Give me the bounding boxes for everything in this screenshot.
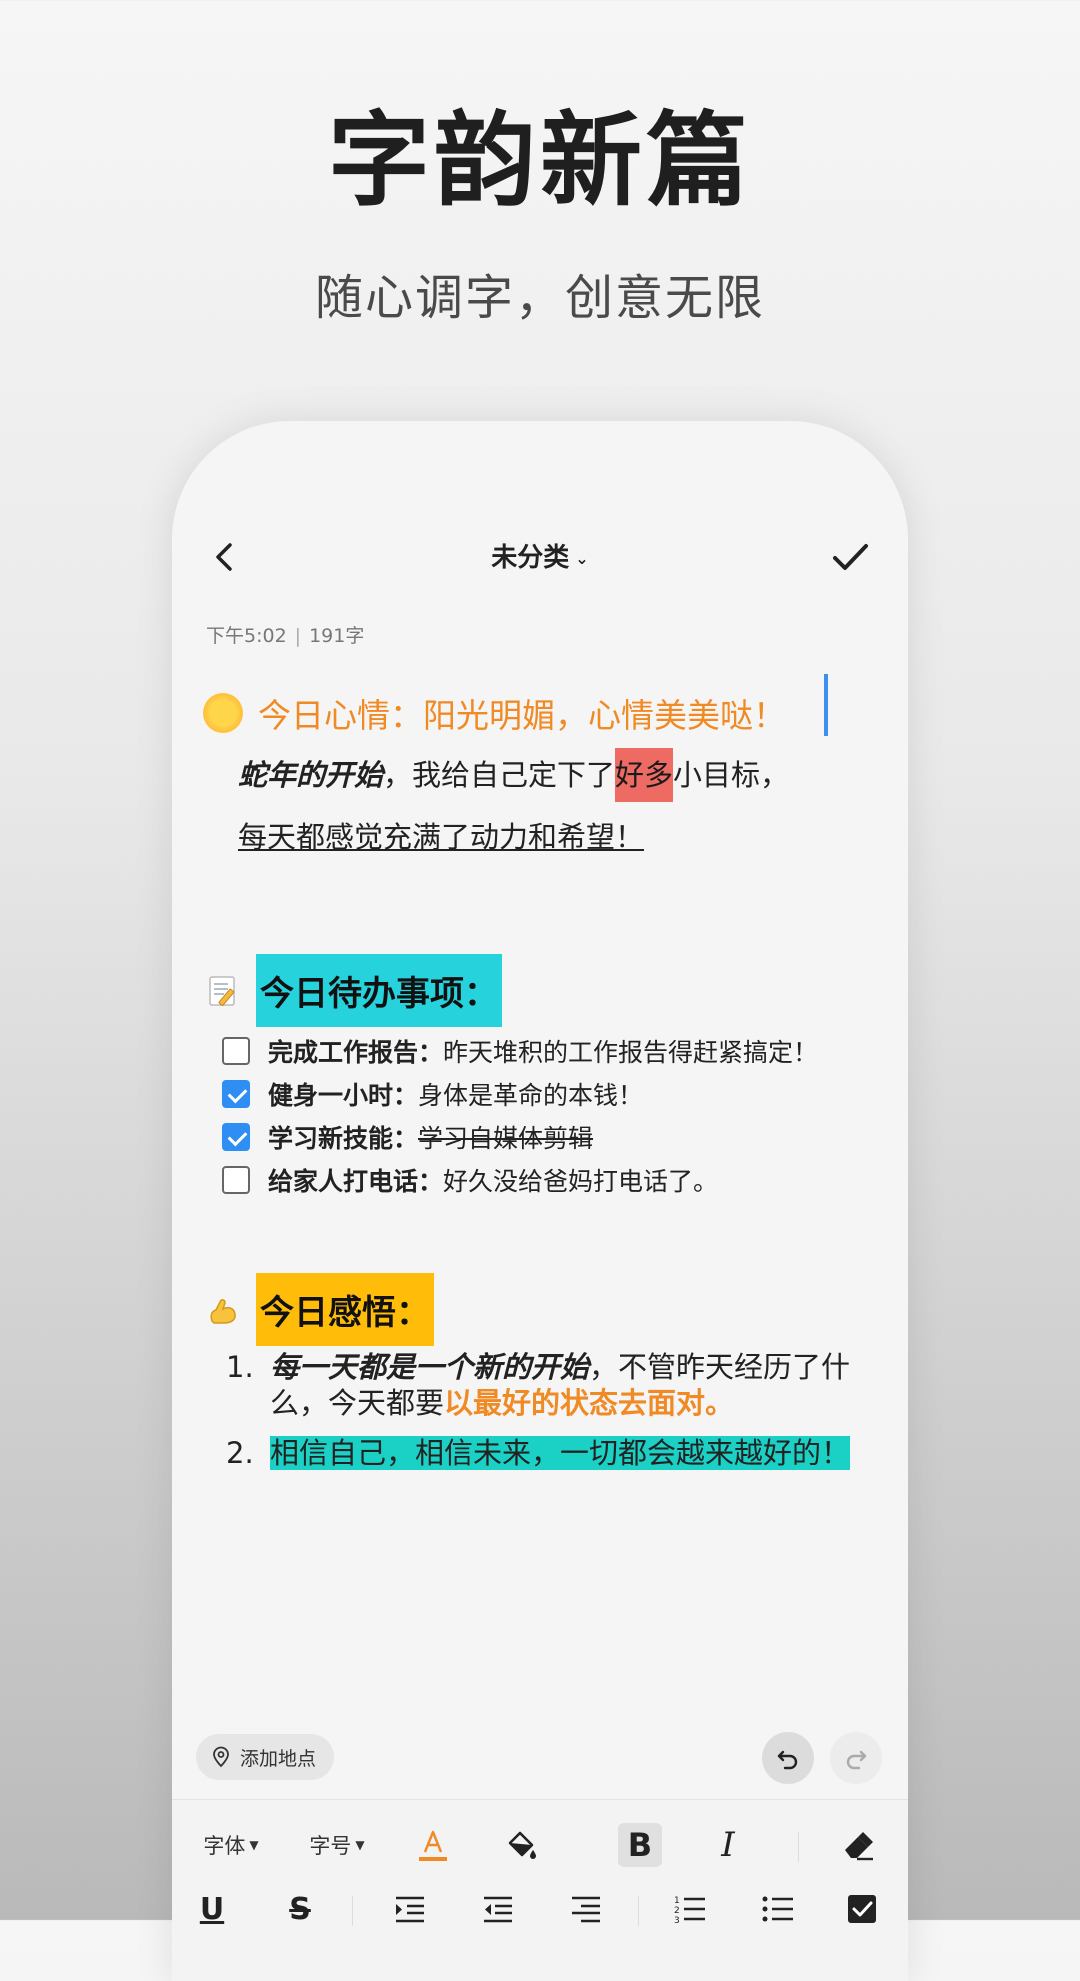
font-family-dropdown[interactable]: 字体 ▼ <box>196 1820 266 1870</box>
add-location-label: 添加地点 <box>240 1747 317 1770</box>
checkbox-unchecked[interactable] <box>222 1036 250 1065</box>
svg-text:1: 1 <box>674 1896 680 1906</box>
caret-down-icon: ▼ <box>355 1838 365 1852</box>
undo-icon <box>777 1750 798 1770</box>
toolbar-row-1: 字体 ▼ 字号 ▼ B I <box>172 1820 908 1880</box>
para-end-text: 小目标， <box>673 758 790 792</box>
todo-title: 健身一小时： <box>268 1080 419 1110</box>
checkbox-icon <box>848 1895 876 1923</box>
para-italic-text: 蛇年的开始 <box>238 758 384 792</box>
word-count: 191字 <box>309 625 365 647</box>
promo-subtitle: 随心调字，创意无限 <box>314 270 765 326</box>
numbered-list-button[interactable]: 1 2 3 <box>668 1884 712 1934</box>
align-right-button[interactable] <box>564 1884 608 1934</box>
toolbar-divider <box>352 1896 353 1926</box>
underline-label: U <box>199 1891 225 1927</box>
checkbox-checked[interactable] <box>222 1122 250 1151</box>
insight-teal-highlight: 相信自己，相信未来，一切都会越来越好的！ <box>270 1436 851 1470</box>
redo-icon <box>846 1750 867 1770</box>
mood-text: 今日心情：阳光明媚，心情美美哒！ <box>258 696 786 735</box>
note-time: 下午5:02 <box>206 625 287 647</box>
todo-title: 学习新技能： <box>268 1123 419 1153</box>
add-location-button[interactable]: 添加地点 <box>196 1734 335 1780</box>
text-color-icon <box>419 1830 447 1861</box>
svg-text:2: 2 <box>674 1906 680 1916</box>
text-cursor <box>824 674 828 736</box>
font-label: 字体 <box>203 1834 246 1858</box>
italic-label: I <box>721 1825 735 1865</box>
todo-item: 学习新技能： 学习自媒体剪辑 <box>222 1115 882 1158</box>
font-size-dropdown[interactable]: 字号 ▼ <box>302 1820 372 1870</box>
todo-title: 完成工作报告： <box>268 1037 444 1067</box>
location-pin-icon <box>213 1746 229 1768</box>
insight-list[interactable]: 1. 每一天都是一个新的开始，不管昨天经历了什么，今天都要以最好的状态去面对。 … <box>226 1349 866 1485</box>
eraser-icon <box>845 1832 873 1861</box>
format-toolbar: 字体 ▼ 字号 ▼ B I U S 1 2 3 <box>172 1799 908 1981</box>
toolbar-row-2: U S 1 2 3 <box>172 1884 908 1944</box>
bold-label: B <box>627 1826 653 1864</box>
category-selector[interactable]: 未分类 ⌄ <box>172 537 908 574</box>
chevron-down-icon: ⌄ <box>575 549 589 568</box>
checklist-button[interactable] <box>840 1884 884 1934</box>
todo-item: 完成工作报告： 昨天堆积的工作报告得赶紧搞定！ <box>222 1029 882 1072</box>
toolbar-divider <box>798 1832 799 1862</box>
list-number: 2. <box>226 1436 254 1470</box>
paint-bucket-icon <box>508 1831 536 1859</box>
intro-paragraph[interactable]: 蛇年的开始，我给自己定下了好多小目标， 每天都感觉充满了动力和希望！ <box>238 744 858 868</box>
list-item: 2. 相信自己，相信未来，一切都会越来越好的！ <box>226 1435 866 1471</box>
todo-section-heading[interactable]: 今日待办事项： <box>206 954 502 1027</box>
todo-list: 完成工作报告： 昨天堆积的工作报告得赶紧搞定！ 健身一小时： 身体是革命的本钱！ 学… <box>222 1029 882 1201</box>
checkbox-checked[interactable] <box>222 1079 250 1108</box>
para-underlined-text: 每天都感觉充满了动力和希望！ <box>238 820 645 854</box>
undo-button[interactable] <box>762 1732 814 1784</box>
bold-button[interactable]: B <box>618 1823 662 1867</box>
checkmark-icon <box>833 544 868 570</box>
clear-format-button[interactable] <box>836 1820 880 1870</box>
list-number: 1. <box>226 1350 254 1384</box>
todo-title: 给家人打电话： <box>268 1166 444 1196</box>
phone-frame: 未分类 ⌄ 下午5:02 | 191字 今日心情：阳光明媚，心情美美哒！ 蛇年的开始，… <box>172 421 908 1981</box>
promo-title: 字韵新篇 <box>328 101 752 221</box>
sun-emoji-icon <box>206 696 240 730</box>
todo-desc: 昨天堆积的工作报告得赶紧搞定！ <box>443 1037 819 1067</box>
list-item: 1. 每一天都是一个新的开始，不管昨天经历了什么，今天都要以最好的状态去面对。 <box>226 1349 866 1421</box>
insight-bold-italic: 每一天都是一个新的开始 <box>270 1350 590 1384</box>
svg-text:3: 3 <box>674 1916 680 1924</box>
note-meta: 下午5:02 | 191字 <box>206 621 364 648</box>
highlight-fill-button[interactable] <box>496 1820 546 1870</box>
redo-button[interactable] <box>830 1732 882 1784</box>
text-color-button[interactable] <box>408 1820 458 1870</box>
para-mid-text: ，我给自己定下了 <box>383 758 616 792</box>
todo-desc: 好久没给爸妈打电话了。 <box>443 1166 719 1196</box>
underline-button[interactable]: U <box>190 1884 234 1934</box>
done-button[interactable] <box>826 533 874 581</box>
mood-line[interactable]: 今日心情：阳光明媚，心情美美哒！ <box>206 683 786 743</box>
todo-heading: 今日待办事项： <box>256 954 502 1027</box>
todo-item: 健身一小时： 身体是革命的本钱！ <box>222 1072 882 1115</box>
outdent-button[interactable] <box>476 1884 520 1934</box>
toolbar-divider <box>638 1896 639 1926</box>
todo-desc: 身体是革命的本钱！ <box>418 1080 644 1110</box>
todo-item: 给家人打电话： 好久没给爸妈打电话了。 <box>222 1158 882 1201</box>
flexed-bicep-emoji-icon <box>206 1293 240 1327</box>
para-highlight-text: 好多 <box>615 748 674 802</box>
italic-button[interactable]: I <box>706 1820 750 1870</box>
insight-section-heading[interactable]: 今日感悟： <box>206 1273 434 1346</box>
meta-separator: | <box>294 625 302 647</box>
memo-emoji-icon <box>206 974 240 1008</box>
insight-orange-text: 以最好的状态去面对。 <box>444 1386 735 1420</box>
todo-desc-strikethrough: 学习自媒体剪辑 <box>418 1123 594 1153</box>
size-label: 字号 <box>309 1834 352 1858</box>
caret-down-icon: ▼ <box>249 1838 259 1852</box>
category-label: 未分类 <box>491 543 570 573</box>
top-nav-bar: 未分类 ⌄ <box>172 529 908 585</box>
bullet-list-button[interactable] <box>756 1884 800 1934</box>
strikethrough-label: S <box>289 1891 311 1927</box>
indent-button[interactable] <box>388 1884 432 1934</box>
checkbox-unchecked[interactable] <box>222 1165 250 1194</box>
strikethrough-button[interactable]: S <box>278 1884 322 1934</box>
insight-heading: 今日感悟： <box>256 1273 434 1346</box>
